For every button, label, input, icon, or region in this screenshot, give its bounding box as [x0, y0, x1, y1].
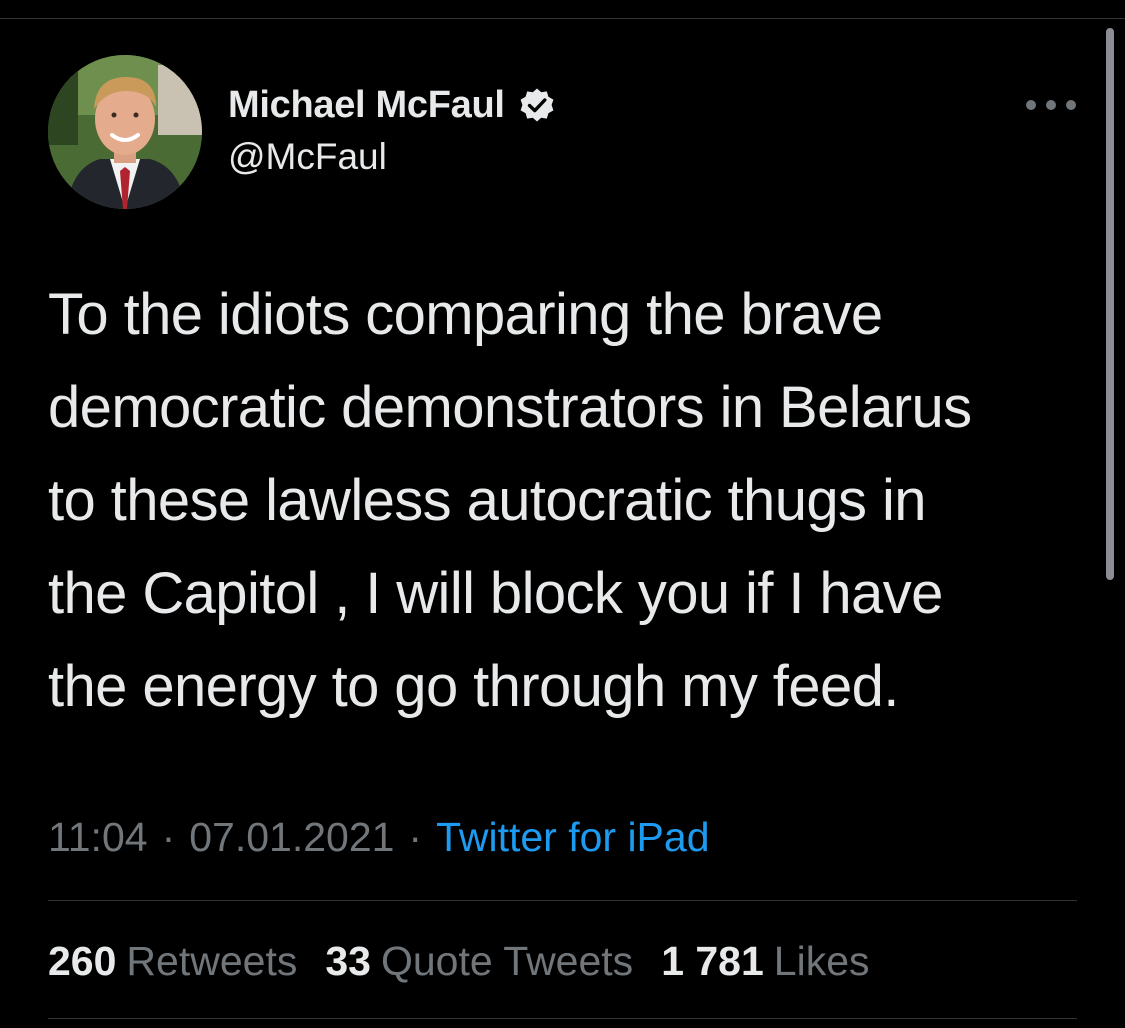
quote-tweets-count: 33 [325, 937, 371, 984]
likes-stat[interactable]: 1 781 Likes [661, 938, 869, 985]
display-name-row[interactable]: Michael McFaul [228, 82, 557, 128]
more-horizontal-icon [1066, 100, 1076, 110]
tweet-text: To the idiots comparing the brave democr… [48, 282, 972, 719]
author-handle[interactable]: @McFaul [228, 136, 387, 178]
quote-tweets-stat[interactable]: 33 Quote Tweets [325, 938, 633, 985]
meta-separator: · [161, 813, 176, 860]
stats-divider-top [48, 900, 1077, 901]
tweet-source-link[interactable]: Twitter for iPad [436, 814, 709, 861]
scrollbar[interactable] [1106, 28, 1114, 580]
display-name[interactable]: Michael McFaul [228, 84, 505, 127]
avatar[interactable] [48, 55, 202, 209]
likes-count: 1 781 [661, 937, 764, 984]
tweet-date[interactable]: 07.01.2021 [189, 814, 394, 861]
likes-label: Likes [773, 937, 870, 984]
quote-tweets-label: Quote Tweets [380, 937, 634, 984]
stats-divider-bottom [48, 1018, 1077, 1019]
verified-badge-icon [520, 88, 554, 122]
meta-separator: · [408, 813, 423, 860]
more-horizontal-icon [1046, 100, 1056, 110]
tweet-meta: 11:04 · 07.01.2021 · Twitter for iPad [48, 812, 710, 862]
avatar-image [48, 55, 202, 209]
top-divider [0, 18, 1125, 19]
more-options-button[interactable] [1026, 94, 1076, 116]
retweets-label: Retweets [126, 937, 298, 984]
more-horizontal-icon [1026, 100, 1036, 110]
tweet-stats: 260 Retweets 33 Quote Tweets 1 781 Likes [48, 935, 898, 987]
retweets-stat[interactable]: 260 Retweets [48, 938, 297, 985]
retweets-count: 260 [48, 937, 117, 984]
tweet-time[interactable]: 11:04 [48, 814, 148, 861]
